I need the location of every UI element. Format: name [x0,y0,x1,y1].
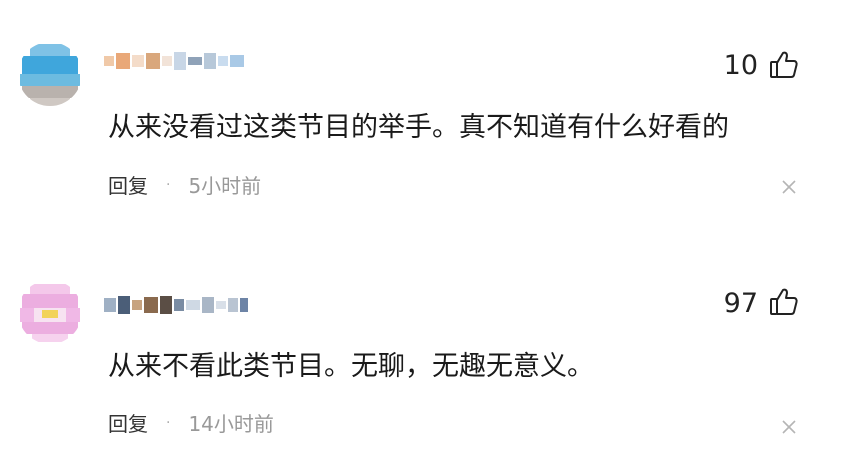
comment-text: 从来不看此类节目。无聊，无趣无意义。 [108,351,594,382]
comment-meta: 回复 · 5小时前 [108,170,261,199]
separator-dot: · [166,176,171,193]
comment-meta: 回复 · 14小时前 [108,408,274,437]
like-count: 10 [723,50,758,81]
timestamp: 14小时前 [188,412,274,436]
reply-button[interactable]: 回复 [108,408,148,437]
thumbs-up-icon[interactable] [768,49,800,81]
username[interactable] [104,290,248,320]
like-count: 97 [723,288,758,319]
username[interactable] [104,46,244,76]
separator-dot: · [166,414,171,431]
comment-item: 10 从来没看过这类节目的举手。真不知道有什么好看的 回复 · 5小时前 [0,0,856,230]
comment-text: 从来没看过这类节目的举手。真不知道有什么好看的 [108,112,729,143]
thumbs-up-icon[interactable] [768,286,800,318]
reply-button[interactable]: 回复 [108,170,148,199]
close-icon[interactable] [780,178,798,196]
avatar[interactable] [18,42,82,106]
close-icon[interactable] [780,418,798,436]
timestamp: 5小时前 [188,174,262,198]
comment-item: 97 从来不看此类节目。无聊，无趣无意义。 回复 · 14小时前 [0,230,856,460]
avatar[interactable] [18,280,82,344]
